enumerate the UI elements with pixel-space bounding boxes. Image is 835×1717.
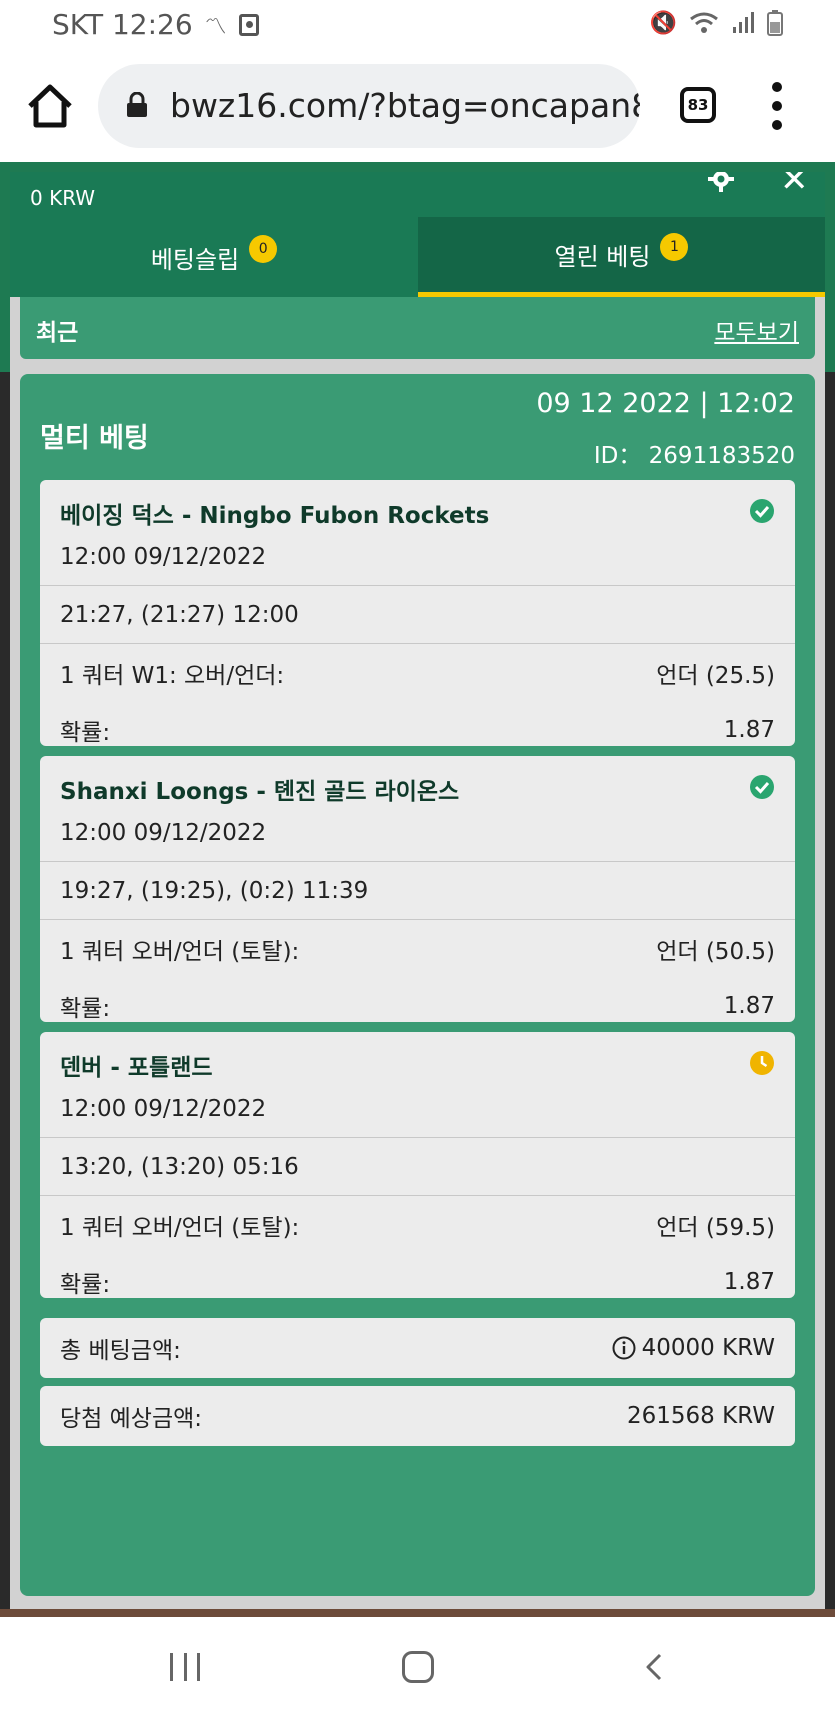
event-score: 21:27, (21:27) 12:00 [40,586,795,644]
event-title: 덴버 - 포틀랜드 [60,1055,213,1081]
info-icon[interactable] [612,1336,636,1360]
battery-icon [767,10,783,36]
recent-header: 최근 모두보기 [20,297,815,359]
home-button-icon[interactable] [402,1651,434,1683]
market-label: 1 쿼터 오버/언더 (토탈): [60,1215,300,1241]
event-score: 13:20, (13:20) 05:16 [40,1138,795,1196]
gear-icon[interactable] [708,172,734,192]
tab-label: 베팅슬립 [150,245,240,274]
odds-label: 확률: [60,1272,111,1298]
odds-value: 1.87 [723,993,775,1019]
screen-record-icon [238,13,259,36]
panel-header: 0 KRW ✕ [10,172,825,217]
event-time: 12:00 09/12/2022 [60,544,267,570]
event-time: 12:00 09/12/2022 [60,820,267,846]
odds-value: 1.87 [723,1269,775,1295]
event-title: 베이징 덕스 - Ningbo Fubon Rockets [60,503,490,529]
count-badge: 1 [660,232,689,261]
event-title: Shanxi Loongs - 톈진 골드 라이온스 [60,779,460,805]
bet-panel: 0 KRW ✕ 베팅슬립 0 열린 베팅 1 최근 모두보기 멀티 베팅 09 … [10,172,825,1609]
more-menu-icon[interactable] [770,82,784,130]
system-nav-bar [0,1617,835,1717]
status-left: SKT 12:26 〽 [52,8,259,41]
address-bar[interactable]: bwz16.com/?btag=oncapan8 [98,64,640,148]
odds-row: 확률: 1.87 [40,1254,795,1298]
close-icon[interactable]: ✕ [780,172,809,200]
total-stake-row: 총 베팅금액: 40000 KRW [40,1318,795,1378]
event-card: 덴버 - 포틀랜드 12:00 09/12/2022 13:20, (13:20… [40,1032,795,1298]
tab-label: 열린 베팅 [554,243,651,271]
event-time: 12:00 09/12/2022 [60,1096,267,1122]
web-page: 0 KRW ✕ 베팅슬립 0 열린 베팅 1 최근 모두보기 멀티 베팅 09 … [0,162,835,1617]
check-circle-icon [750,775,774,799]
status-bar: SKT 12:26 〽 🔇 [0,0,835,52]
total-stake-value: 40000 KRW [641,1335,775,1361]
count-badge: 0 [249,235,278,263]
tab-switcher-button[interactable]: 83 [680,87,716,123]
event-header: 베이징 덕스 - Ningbo Fubon Rockets 12:00 09/1… [40,480,795,586]
signal-icon [733,12,754,33]
market-row: 1 쿼터 오버/언더 (토탈): 언더 (59.5) [40,1196,795,1254]
total-stake-label: 총 베팅금액: [60,1338,181,1364]
event-card: Shanxi Loongs - 톈진 골드 라이온스 12:00 09/12/2… [40,756,795,1022]
market-row: 1 쿼터 오버/언더 (토탈): 언더 (50.5) [40,920,795,978]
bet-card: 멀티 베팅 09 12 2022 | 12:02 ID： 2691183520 … [20,374,815,1596]
bet-type: 멀티 베팅 [40,423,149,454]
back-icon[interactable] [640,1651,672,1683]
url-text[interactable]: bwz16.com/?btag=oncapan8 [170,86,640,125]
event-header: Shanxi Loongs - 톈진 골드 라이온스 12:00 09/12/2… [40,756,795,862]
potential-win-row: 당첨 예상금액: 261568 KRW [40,1386,795,1446]
odds-label: 확률: [60,720,111,746]
market-value: 언더 (50.5) [656,939,775,965]
odds-row: 확률: 1.87 [40,702,795,746]
recent-apps-icon[interactable] [170,1653,200,1681]
potential-win-value: 261568 KRW [627,1403,775,1429]
handwriting-icon: 〽 [204,14,227,40]
bet-id: ID： 2691183520 [593,443,795,469]
carrier-time: SKT 12:26 [52,8,193,41]
tab-open-bets[interactable]: 열린 베팅 1 [418,217,825,297]
market-value: 언더 (59.5) [656,1215,775,1241]
check-circle-icon [750,499,774,523]
market-row: 1 쿼터 W1: 오버/언더: 언더 (25.5) [40,644,795,702]
event-header: 덴버 - 포틀랜드 12:00 09/12/2022 [40,1032,795,1138]
potential-win-label: 당첨 예상금액: [60,1406,203,1432]
recent-title: 최근 [36,320,79,346]
view-all-link[interactable]: 모두보기 [714,313,799,347]
market-value: 언더 (25.5) [656,663,775,689]
odds-value: 1.87 [723,717,775,743]
event-score: 19:27, (19:25), (0:2) 11:39 [40,862,795,920]
clock-icon [750,1051,774,1075]
total-stake: 40000 KRW [612,1335,775,1361]
background-image-strip [0,1609,835,1617]
bet-date: 09 12 2022 | 12:02 [536,388,795,419]
event-card: 베이징 덕스 - Ningbo Fubon Rockets 12:00 09/1… [40,480,795,746]
tab-bar: 베팅슬립 0 열린 베팅 1 [10,217,825,297]
odds-row: 확률: 1.87 [40,978,795,1022]
mute-icon: 🔇 [649,10,677,36]
status-right: 🔇 [650,10,783,36]
market-label: 1 쿼터 W1: 오버/언더: [60,663,285,689]
home-icon[interactable] [24,80,76,132]
wifi-icon [690,12,718,33]
browser-toolbar: bwz16.com/?btag=oncapan8 83 [0,52,835,162]
balance: 0 KRW [30,186,96,210]
tab-bet-slip[interactable]: 베팅슬립 0 [10,217,418,297]
market-label: 1 쿼터 오버/언더 (토탈): [60,939,300,965]
odds-label: 확률: [60,996,111,1022]
lock-icon [127,92,147,117]
